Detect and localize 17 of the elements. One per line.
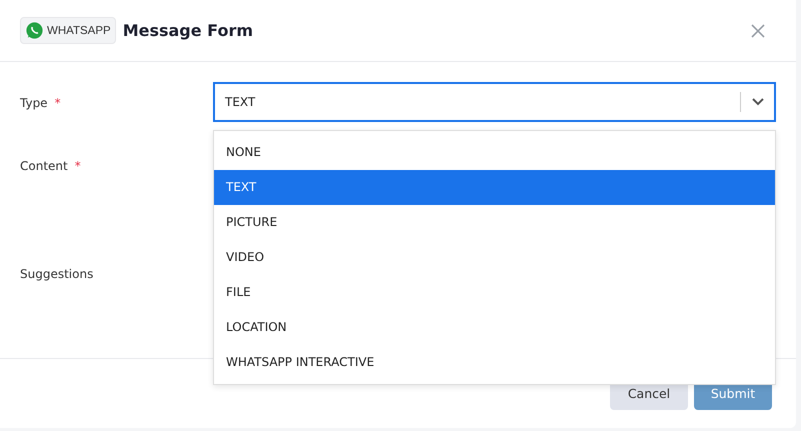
field-label: Type	[20, 96, 48, 110]
close-icon[interactable]	[751, 24, 765, 38]
field-label: Suggestions	[20, 267, 94, 281]
field-label: Content	[20, 159, 68, 173]
dropdown-option[interactable]: PICTURE	[214, 205, 775, 240]
dropdown-option[interactable]: NONE	[214, 135, 775, 170]
type-select[interactable]: TEXT	[213, 82, 776, 122]
whatsapp-badge: WHATSAPP	[20, 17, 116, 44]
dropdown-option[interactable]: FILE	[214, 275, 775, 310]
dropdown-option[interactable]: VIDEO	[214, 240, 775, 275]
dialog-title: Message Form	[122, 21, 254, 40]
required-mark: *	[74, 159, 81, 173]
chevron-down-icon	[752, 98, 764, 106]
dropdown-option[interactable]: LOCATION	[214, 310, 775, 345]
required-mark: *	[54, 96, 61, 110]
dropdown-option[interactable]: TEXT	[214, 170, 775, 205]
chat-bubble-icon	[25, 21, 44, 40]
